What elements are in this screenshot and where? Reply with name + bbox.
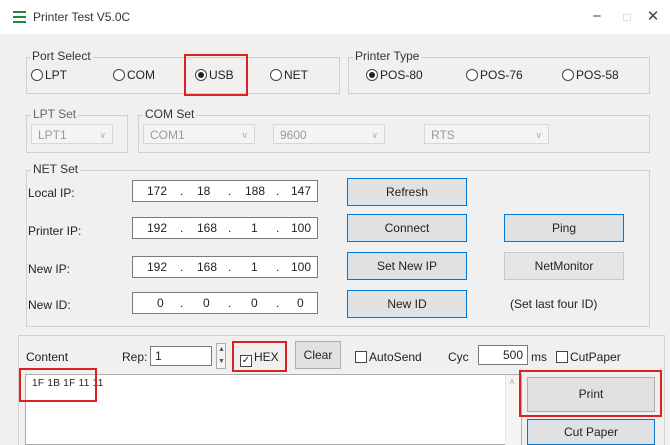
cyc-label: Cyc — [448, 350, 469, 364]
content-textarea[interactable]: 1F 1B 1F 11 11 ∧ — [25, 374, 522, 445]
cyc-unit: ms — [531, 350, 547, 364]
content-highlight-box — [19, 368, 97, 402]
connect-button[interactable]: Connect — [347, 214, 467, 242]
ping-button[interactable]: Ping — [504, 214, 624, 242]
flow-control-select[interactable]: RTS ∨ — [424, 124, 549, 144]
radio-circle — [113, 69, 125, 81]
com-set-label: COM Set — [143, 107, 197, 121]
chevron-down-icon: ∨ — [99, 130, 106, 140]
com-port-select[interactable]: COM1 ∨ — [143, 124, 255, 144]
port-select-label: Port Select — [30, 49, 93, 63]
radio-type-pos76[interactable]: POS-76 — [466, 67, 523, 83]
radio-port-net[interactable]: NET — [270, 67, 308, 83]
refresh-button[interactable]: Refresh — [347, 178, 467, 206]
chevron-down-icon: ∨ — [371, 130, 378, 140]
autosend-checkbox[interactable]: AutoSend — [355, 349, 422, 365]
cyc-input[interactable]: 500 — [478, 345, 528, 365]
radio-port-lpt[interactable]: LPT — [31, 67, 67, 83]
baud-rate-select[interactable]: 9600 ∨ — [273, 124, 385, 144]
new-id-field[interactable]: 0. 0. 0. 0 — [132, 292, 318, 314]
clear-button[interactable]: Clear — [295, 341, 341, 369]
title-bar: Printer Test V5.0C − □ ✕ — [0, 0, 670, 34]
new-id-button[interactable]: New ID — [347, 290, 467, 318]
radio-type-pos80[interactable]: POS-80 — [366, 67, 423, 83]
printer-ip-field[interactable]: 192. 168. 1. 100 — [132, 217, 318, 239]
rep-label: Rep: — [122, 350, 148, 364]
window-title: Printer Test V5.0C — [33, 10, 131, 24]
local-ip-label: Local IP: — [28, 186, 75, 200]
spin-down-icon: ▼ — [218, 358, 225, 365]
new-id-note: (Set last four ID) — [510, 297, 598, 311]
cutpaper-checkbox[interactable]: CutPaper — [556, 349, 621, 365]
new-ip-label: New IP: — [28, 262, 71, 276]
scroll-up-icon: ∧ — [509, 377, 515, 386]
net-monitor-button[interactable]: NetMonitor — [504, 252, 624, 280]
minimize-button[interactable]: − — [582, 6, 612, 28]
radio-circle-selected — [366, 69, 378, 81]
printer-ip-label: Printer IP: — [28, 224, 82, 238]
close-button[interactable]: ✕ — [638, 6, 668, 28]
chevron-down-icon: ∨ — [535, 130, 542, 140]
set-new-ip-button[interactable]: Set New IP — [347, 252, 467, 280]
radio-circle — [562, 69, 574, 81]
lpt-port-select[interactable]: LPT1 ∨ — [31, 124, 113, 144]
spin-up-icon: ▲ — [218, 346, 225, 353]
printer-type-label: Printer Type — [353, 49, 422, 63]
new-ip-field[interactable]: 192. 168. 1. 100 — [132, 256, 318, 278]
lpt-set-label: LPT Set — [31, 107, 79, 121]
cut-paper-button[interactable]: Cut Paper — [527, 419, 655, 445]
app-icon — [13, 11, 26, 23]
radio-circle — [270, 69, 282, 81]
local-ip-field[interactable]: 172. 18. 188. 147 — [132, 180, 318, 202]
radio-circle — [31, 69, 43, 81]
radio-port-com[interactable]: COM — [113, 67, 155, 83]
rep-spinner[interactable]: ▲ ▼ — [216, 343, 226, 369]
net-set-label: NET Set — [31, 162, 81, 176]
printer-test-window: Printer Test V5.0C − □ ✕ Port Select LPT… — [0, 0, 670, 445]
chevron-down-icon: ∨ — [241, 130, 248, 140]
print-highlight-box — [519, 370, 662, 417]
content-label: Content — [26, 350, 69, 364]
new-id-label: New ID: — [28, 298, 71, 312]
radio-type-pos58[interactable]: POS-58 — [562, 67, 619, 83]
usb-highlight-box — [184, 54, 248, 96]
rep-input[interactable]: 1 — [150, 346, 212, 366]
hex-highlight-box — [232, 341, 287, 372]
radio-circle — [466, 69, 478, 81]
